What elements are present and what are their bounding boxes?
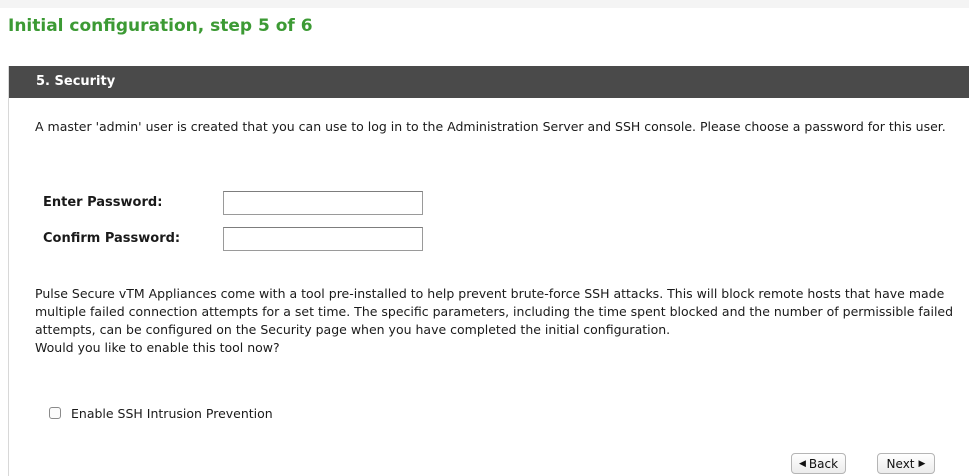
enter-password-field[interactable] xyxy=(223,191,423,215)
top-strip xyxy=(0,0,969,8)
next-button[interactable]: Next ▶ xyxy=(877,453,935,474)
ssh-description-block: Pulse Secure vTM Appliances come with a … xyxy=(35,285,969,357)
back-button[interactable]: ◀ Back xyxy=(791,453,846,474)
next-button-label: Next xyxy=(886,456,915,471)
triangle-left-icon: ◀ xyxy=(798,458,806,469)
page: Initial configuration, step 5 of 6 5. Se… xyxy=(0,0,969,476)
security-panel: 5. Security A master 'admin' user is cre… xyxy=(8,66,969,476)
ssh-intrusion-checkbox-row[interactable]: Enable SSH Intrusion Prevention xyxy=(49,403,273,423)
triangle-right-icon: ▶ xyxy=(918,458,926,469)
ssh-intrusion-checkbox-label[interactable]: Enable SSH Intrusion Prevention xyxy=(71,406,273,421)
back-button-label: Back xyxy=(808,456,839,471)
ssh-intrusion-checkbox[interactable] xyxy=(49,407,61,419)
section-header-label: 5. Security xyxy=(36,74,116,89)
confirm-password-label: Confirm Password: xyxy=(43,231,181,246)
section-header: 5. Security xyxy=(9,66,969,98)
ssh-description: Pulse Secure vTM Appliances come with a … xyxy=(35,286,954,337)
ssh-question: Would you like to enable this tool now? xyxy=(35,340,280,355)
page-title: Initial configuration, step 5 of 6 xyxy=(8,16,313,36)
confirm-password-field[interactable] xyxy=(223,227,423,251)
enter-password-label: Enter Password: xyxy=(43,195,163,210)
intro-text: A master 'admin' user is created that yo… xyxy=(35,119,946,134)
